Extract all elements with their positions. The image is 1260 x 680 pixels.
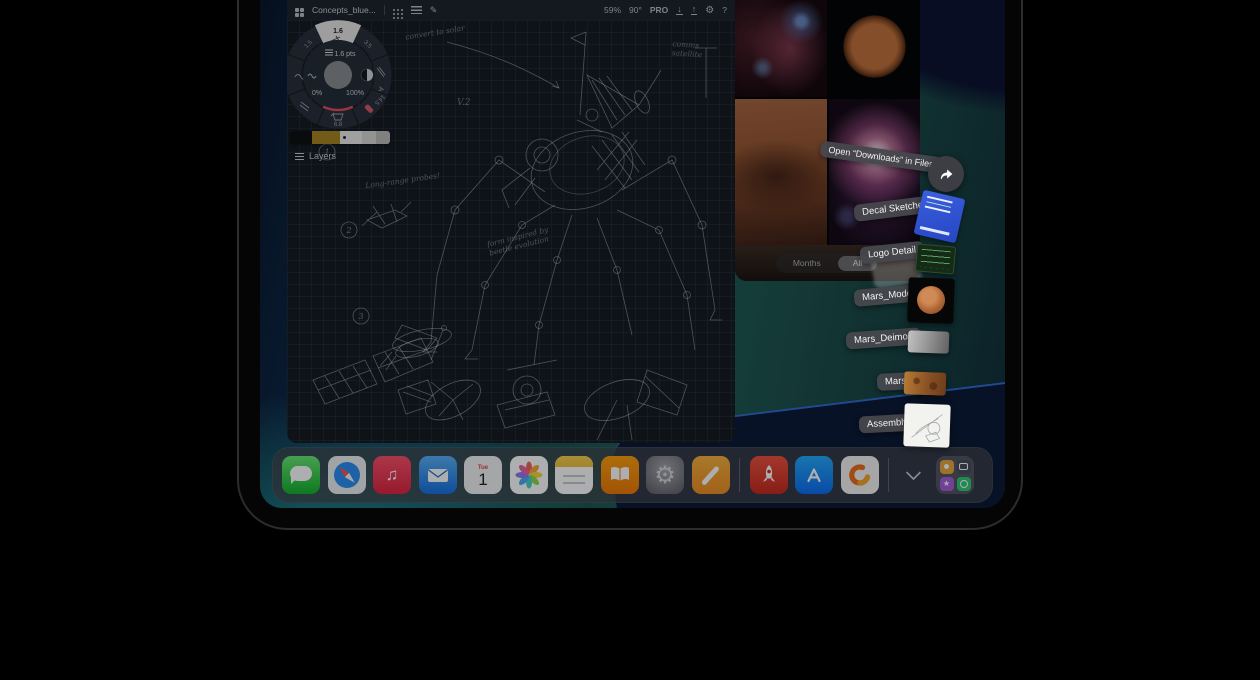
drag-thumb-assembly (903, 403, 950, 448)
assembly-sketch-icon (903, 403, 950, 448)
open-downloads-hint[interactable]: Open “Downloads” in Files (819, 141, 942, 174)
drag-thumb-mars-model (907, 277, 955, 324)
drag-thumb-decal-sketches (913, 190, 965, 244)
drag-thumb-mars (904, 371, 947, 395)
drag-layer: Open “Downloads” in Files Decal Sketches… (260, 0, 1005, 508)
background: Concepts_blue... ✎ 59% 90° PRO ↓ ↑ ⚙ ? (0, 0, 1260, 680)
ipad-screen: Concepts_blue... ✎ 59% 90° PRO ↓ ↑ ⚙ ? (260, 0, 1005, 508)
forward-arrow-icon (937, 165, 955, 183)
drag-thumb-logo-detail (915, 243, 956, 274)
share-button[interactable] (928, 156, 964, 192)
drag-thumb-mars-deimos (908, 330, 950, 353)
